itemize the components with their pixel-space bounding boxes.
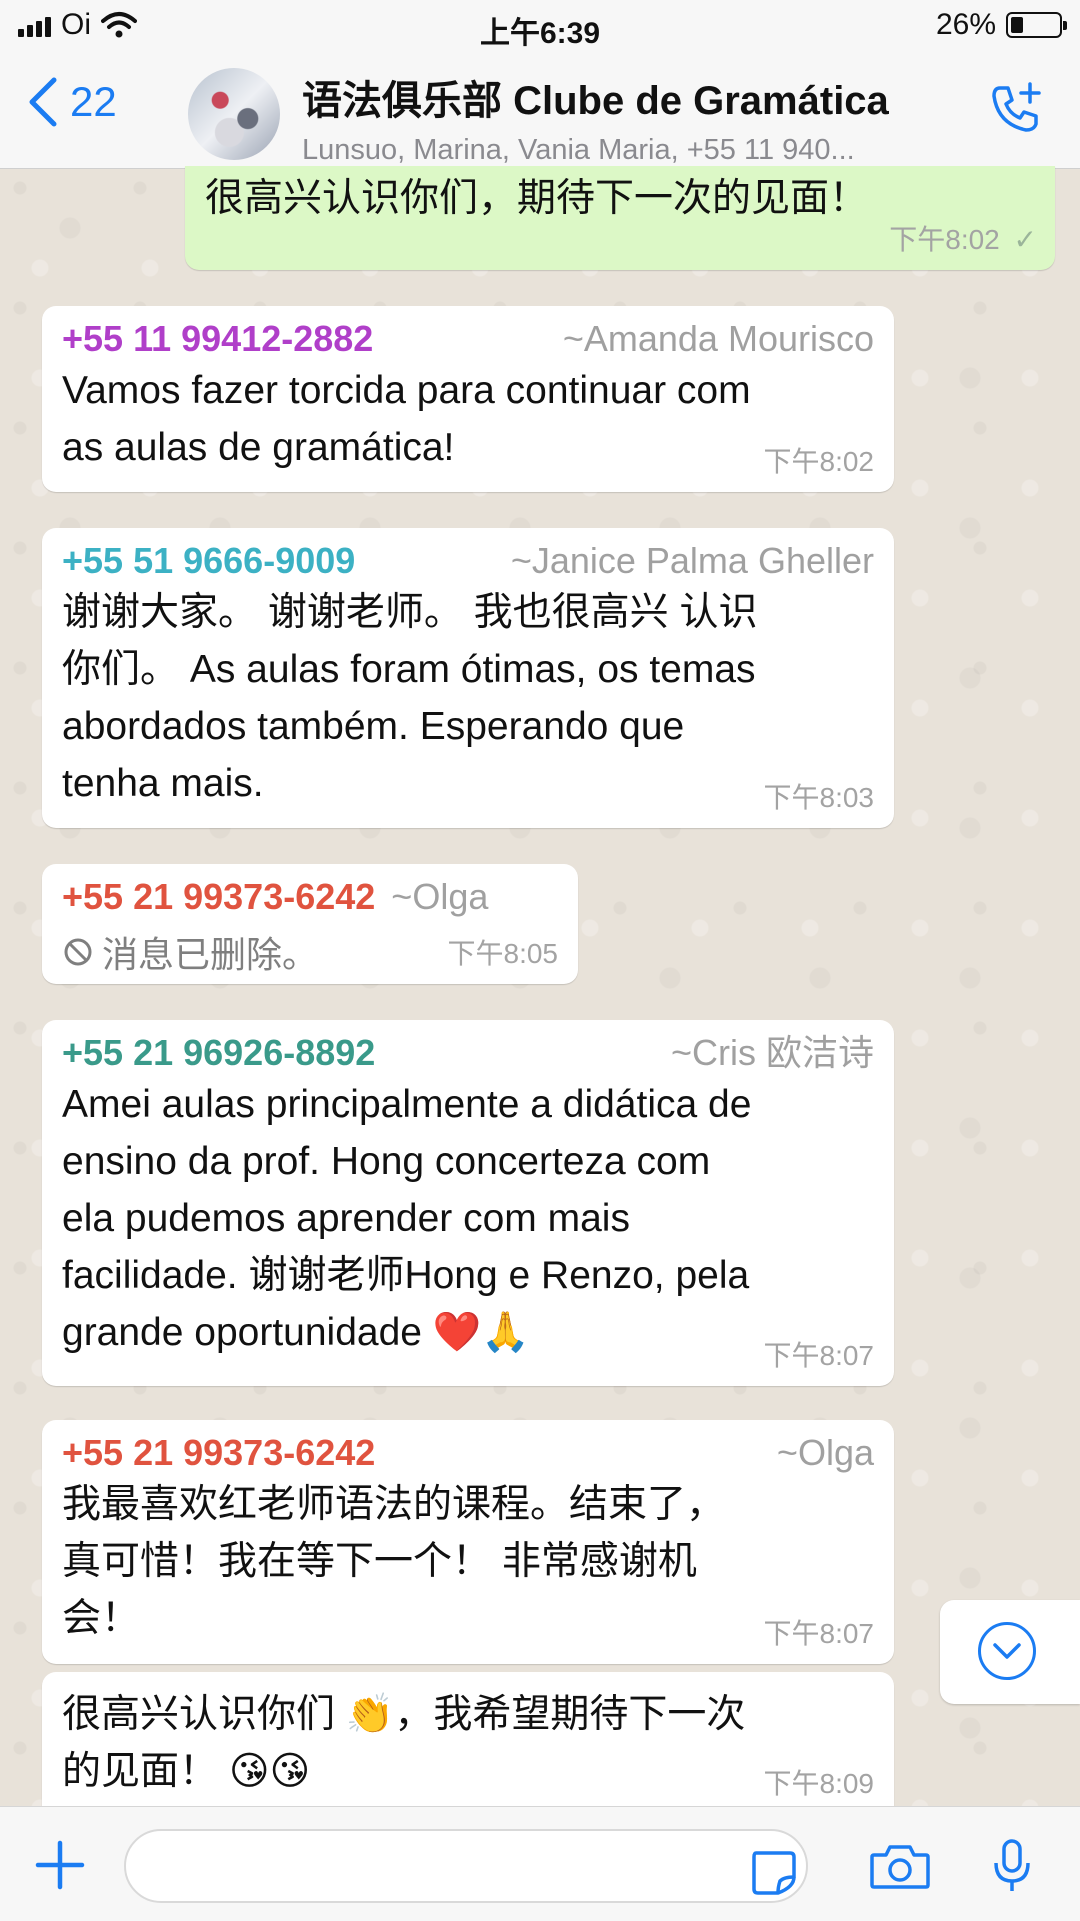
message-line: ensino da prof. Hong concerteza com (62, 1140, 711, 1183)
unread-count: 22 (70, 78, 117, 125)
chat-title: 语法俱乐部 Clube de Gramática (302, 79, 889, 123)
message-incoming[interactable]: +55 21 96926-8892 ~Cris 欧洁诗 Amei aulas p… (42, 1020, 894, 1386)
message-input[interactable] (124, 1829, 808, 1903)
sender-name: ~Amanda Mourisco (562, 318, 874, 359)
message-time: 下午8:05 (447, 938, 559, 969)
message-deleted[interactable]: +55 21 99373-6242 ~Olga 消息已删除。 下午8:05 (42, 864, 578, 984)
sender-phone[interactable]: +55 51 9666-9009 (62, 538, 355, 584)
message-time: 下午8:02 (889, 224, 1000, 255)
message-incoming[interactable]: 很高兴认识你们 👏，我希望期待下一次 的见面！ 😘😘 下午8:09 (42, 1672, 894, 1806)
deleted-prohibited-icon (64, 938, 92, 966)
message-time: 下午8:03 (763, 782, 875, 813)
chat-info[interactable]: 语法俱乐部 Clube de Gramática Lunsuo, Marina,… (302, 68, 942, 167)
message-time: 下午8:07 (763, 1618, 875, 1649)
message-composer (0, 1806, 1080, 1921)
message-line: 会！ (62, 1597, 141, 1640)
message-line: as aulas de gramática! (62, 426, 455, 469)
status-time: 上午6:39 (479, 17, 601, 50)
message-line: 很高兴认识你们 👏，我希望期待下一次 (62, 1693, 746, 1736)
message-line: 的见面！ 😘😘 (62, 1750, 311, 1793)
sender-phone[interactable]: +55 21 96926-8892 (62, 1030, 375, 1076)
battery-percent: 26% (935, 8, 996, 41)
add-call-icon[interactable] (986, 78, 1046, 138)
message-line: grande oportunidade ❤️🙏 (62, 1311, 530, 1354)
message-line: Vamos fazer torcida para continuar com (62, 369, 751, 412)
sender-name: ~Olga (391, 876, 489, 917)
sent-check-icon: ✓ (1013, 224, 1037, 255)
sender-phone[interactable]: +55 21 99373-6242 (62, 874, 375, 920)
message-incoming[interactable]: +55 21 99373-6242 ~Olga 我最喜欢红老师语法的课程。结束了… (42, 1420, 894, 1664)
sender-phone[interactable]: +55 21 99373-6242 (62, 1430, 375, 1476)
sender-name: ~Olga (776, 1432, 874, 1473)
message-line: facilidade. 谢谢老师Hong e Renzo, pela (62, 1254, 750, 1297)
message-line: 谢谢大家。 谢谢老师。 我也很高兴 认识 (62, 591, 758, 634)
deleted-message-text: 消息已删除。 (102, 934, 319, 975)
message-incoming[interactable]: +55 11 99412-2882 ~Amanda Mourisco Vamos… (42, 306, 894, 492)
message-outgoing[interactable]: 很高兴认识你们，期待下一次的见面！ 下午8:02 ✓ (185, 166, 1055, 270)
scroll-to-bottom-button[interactable] (940, 1600, 1080, 1704)
message-line: 你们。 As aulas foram ótimas, os temas (62, 648, 756, 691)
message-time: 下午8:07 (763, 1340, 875, 1371)
group-avatar[interactable] (188, 68, 280, 160)
chevron-down-icon (993, 1643, 1021, 1659)
camera-icon[interactable] (868, 1843, 932, 1891)
chevron-left-icon (29, 77, 57, 127)
message-line: 真可惜！我在等下一个！ 非常感谢机 (62, 1540, 697, 1583)
sticker-icon[interactable] (748, 1847, 798, 1897)
microphone-icon[interactable] (992, 1837, 1032, 1895)
plus-icon[interactable] (32, 1837, 88, 1893)
message-line: tenha mais. (62, 762, 264, 805)
battery-icon (1006, 12, 1067, 38)
status-bar: Oi 上午6:39 26% (0, 0, 1080, 54)
message-time: 下午8:02 (763, 446, 875, 477)
message-time: 下午8:09 (763, 1768, 875, 1799)
sender-name: ~Janice Palma Gheller (510, 540, 874, 581)
message-line: abordados também. Esperando que (62, 705, 685, 748)
back-button[interactable]: 22 (28, 76, 117, 128)
message-incoming[interactable]: +55 51 9666-9009 ~Janice Palma Gheller 谢… (42, 528, 894, 828)
message-line: Amei aulas principalmente a didática de (62, 1083, 752, 1126)
sender-name: ~Cris 欧洁诗 (670, 1032, 874, 1073)
sender-phone[interactable]: +55 11 99412-2882 (62, 316, 373, 362)
message-line: ela pudemos aprender com mais (62, 1197, 630, 1240)
message-line: 我最喜欢红老师语法的课程。结束了， (62, 1483, 726, 1526)
chat-members: Lunsuo, Marina, Vania Maria, +55 11 940.… (302, 134, 855, 166)
chat-header: 22 语法俱乐部 Clube de Gramática Lunsuo, Mari… (0, 54, 1080, 169)
